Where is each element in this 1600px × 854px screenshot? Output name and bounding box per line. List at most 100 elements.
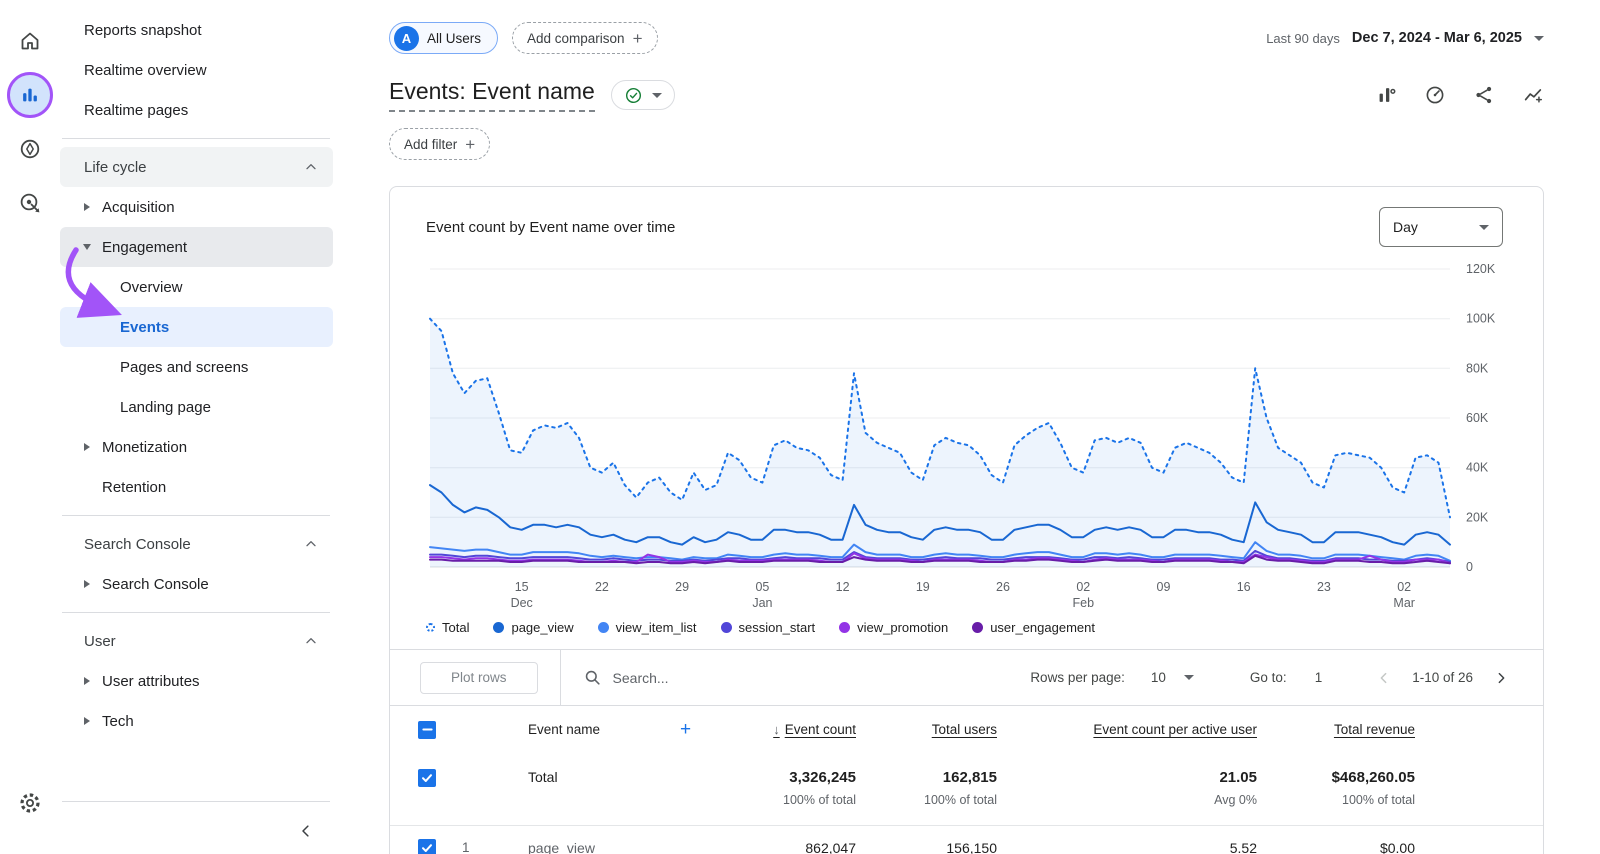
sidebar-item-label: Pages and screens [120, 359, 248, 376]
svg-text:100K: 100K [1466, 312, 1496, 326]
events-line-chart[interactable]: 020K40K60K80K100K120K15Dec222905Jan12192… [428, 261, 1518, 613]
column-header-total-users[interactable]: Total users [932, 722, 997, 737]
sidebar-item-label: Realtime pages [84, 102, 188, 119]
goto-label: Go to: [1250, 670, 1287, 685]
add-filter-button[interactable]: Add filter + [389, 128, 490, 160]
bar-chart-icon [19, 84, 41, 106]
chevron-up-icon [303, 536, 319, 552]
date-range-picker[interactable]: Last 90 days Dec 7, 2024 - Mar 6, 2025 [1266, 30, 1544, 46]
sidebar-item-label: Events [120, 319, 169, 336]
granularity-select[interactable]: Day [1379, 207, 1503, 247]
svg-text:26: 26 [996, 580, 1010, 594]
all-users-chip[interactable]: A All Users [389, 22, 498, 54]
legend-item-user_engagement[interactable]: user_engagement [972, 620, 1095, 635]
select-all-checkbox[interactable] [418, 721, 436, 739]
expand-right-icon [80, 580, 94, 588]
advertising-nav-button[interactable] [7, 180, 53, 226]
legend-swatch [493, 622, 504, 633]
sidebar-item-user-attributes[interactable]: User attributes [60, 661, 333, 701]
sidebar-item-engagement[interactable]: Engagement [60, 227, 333, 267]
svg-text:120K: 120K [1466, 262, 1496, 276]
table-search-input[interactable]: Search... [583, 668, 669, 687]
legend-label: page_view [511, 620, 573, 635]
sidebar-item-acquisition[interactable]: Acquisition [60, 187, 333, 227]
svg-text:02: 02 [1076, 580, 1090, 594]
legend-label: view_item_list [616, 620, 697, 635]
sidebar-item-label: Landing page [120, 399, 211, 416]
chart-legend: Total page_view view_item_list session_star… [390, 616, 1543, 635]
sidebar-item-tech[interactable]: Tech [60, 701, 333, 741]
legend-item-session_start[interactable]: session_start [721, 620, 816, 635]
data-freshness-button[interactable] [1424, 84, 1446, 106]
sidebar-divider [62, 801, 330, 802]
collapse-sidebar-icon[interactable] [297, 822, 315, 840]
toolbar-divider [560, 650, 561, 705]
gear-icon [17, 790, 43, 816]
sidebar-item-realtime-pages[interactable]: Realtime pages [60, 90, 333, 130]
section-label: Life cycle [84, 159, 147, 176]
share-icon [1473, 84, 1495, 106]
add-comparison-label: Add comparison [527, 31, 625, 46]
totals-total-users: 162,815 100% of total [924, 769, 997, 807]
section-life-cycle[interactable]: Life cycle [60, 147, 333, 187]
explore-nav-button[interactable] [7, 126, 53, 172]
column-label: Total revenue [1334, 722, 1415, 737]
row-revenue: $0.00 [1380, 840, 1415, 854]
home-nav-button[interactable] [7, 18, 53, 64]
rows-per-page-label: Rows per page: [1030, 670, 1125, 685]
row-total-users: 156,150 [946, 840, 997, 854]
column-label: Event count per active user [1093, 722, 1257, 737]
chart-area: 020K40K60K80K100K120K15Dec222905Jan12192… [390, 247, 1543, 616]
svg-text:Feb: Feb [1073, 596, 1095, 610]
legend-item-page_view[interactable]: page_view [493, 620, 573, 635]
admin-settings-button[interactable] [7, 780, 53, 826]
svg-text:Mar: Mar [1393, 596, 1415, 610]
sidebar-item-reports-snapshot[interactable]: Reports snapshot [60, 10, 333, 50]
plot-rows-button[interactable]: Plot rows [420, 662, 538, 694]
data-quality-badge[interactable] [611, 80, 675, 110]
sidebar-item-events[interactable]: Events [60, 307, 333, 347]
legend-swatch [598, 622, 609, 633]
totals-event-count: 3,326,245 100% of total [783, 769, 856, 807]
insights-button[interactable] [1522, 84, 1544, 106]
column-header-event-name[interactable]: Event name + [506, 719, 720, 741]
rows-per-page-select[interactable]: 10 [1151, 670, 1194, 685]
sidebar-item-overview[interactable]: Overview [60, 267, 333, 307]
section-search-console[interactable]: Search Console [60, 524, 333, 564]
goto-page-input[interactable]: 1 [1315, 670, 1323, 685]
share-report-button[interactable] [1473, 84, 1495, 106]
previous-page-icon[interactable] [1376, 670, 1392, 686]
legend-label: Total [442, 620, 469, 635]
column-label: Total users [932, 722, 997, 737]
next-page-icon[interactable] [1493, 670, 1509, 686]
add-column-plus-icon[interactable]: + [680, 719, 691, 741]
column-header-event-count[interactable]: ↓Event count [773, 722, 856, 737]
sidebar-divider [62, 515, 330, 516]
totals-checkbox[interactable] [418, 769, 436, 787]
table-row[interactable]: 1 page_view 862,047 156,150 5.52 $0.00 [390, 825, 1543, 854]
sidebar-item-realtime-overview[interactable]: Realtime overview [60, 50, 333, 90]
sidebar-item-label: Retention [102, 479, 166, 496]
advertising-target-icon [18, 191, 42, 215]
sidebar-item-label: Tech [102, 713, 134, 730]
sidebar-item-label: Acquisition [102, 199, 175, 216]
row-checkbox[interactable] [418, 839, 436, 854]
legend-item-view_item_list[interactable]: view_item_list [598, 620, 697, 635]
add-comparison-button[interactable]: Add comparison + [512, 22, 658, 54]
sidebar-item-pages-and-screens[interactable]: Pages and screens [60, 347, 333, 387]
sidebar-item-search-console[interactable]: Search Console [60, 564, 333, 604]
chevron-down-icon [1534, 36, 1544, 41]
column-header-per-active-user[interactable]: Event count per active user [1093, 722, 1257, 737]
sidebar-item-landing-page[interactable]: Landing page [60, 387, 333, 427]
legend-item-view_promotion[interactable]: view_promotion [839, 620, 948, 635]
sidebar-item-retention[interactable]: Retention [60, 467, 333, 507]
legend-swatch [721, 622, 732, 633]
chevron-down-icon [1184, 675, 1194, 680]
sidebar-item-monetization[interactable]: Monetization [60, 427, 333, 467]
sidebar-divider [62, 138, 330, 139]
legend-item-total[interactable]: Total [426, 620, 469, 635]
edit-comparisons-button[interactable] [1375, 84, 1397, 106]
reports-nav-button[interactable] [7, 72, 53, 118]
column-header-total-revenue[interactable]: Total revenue [1334, 722, 1415, 737]
section-user[interactable]: User [60, 621, 333, 661]
